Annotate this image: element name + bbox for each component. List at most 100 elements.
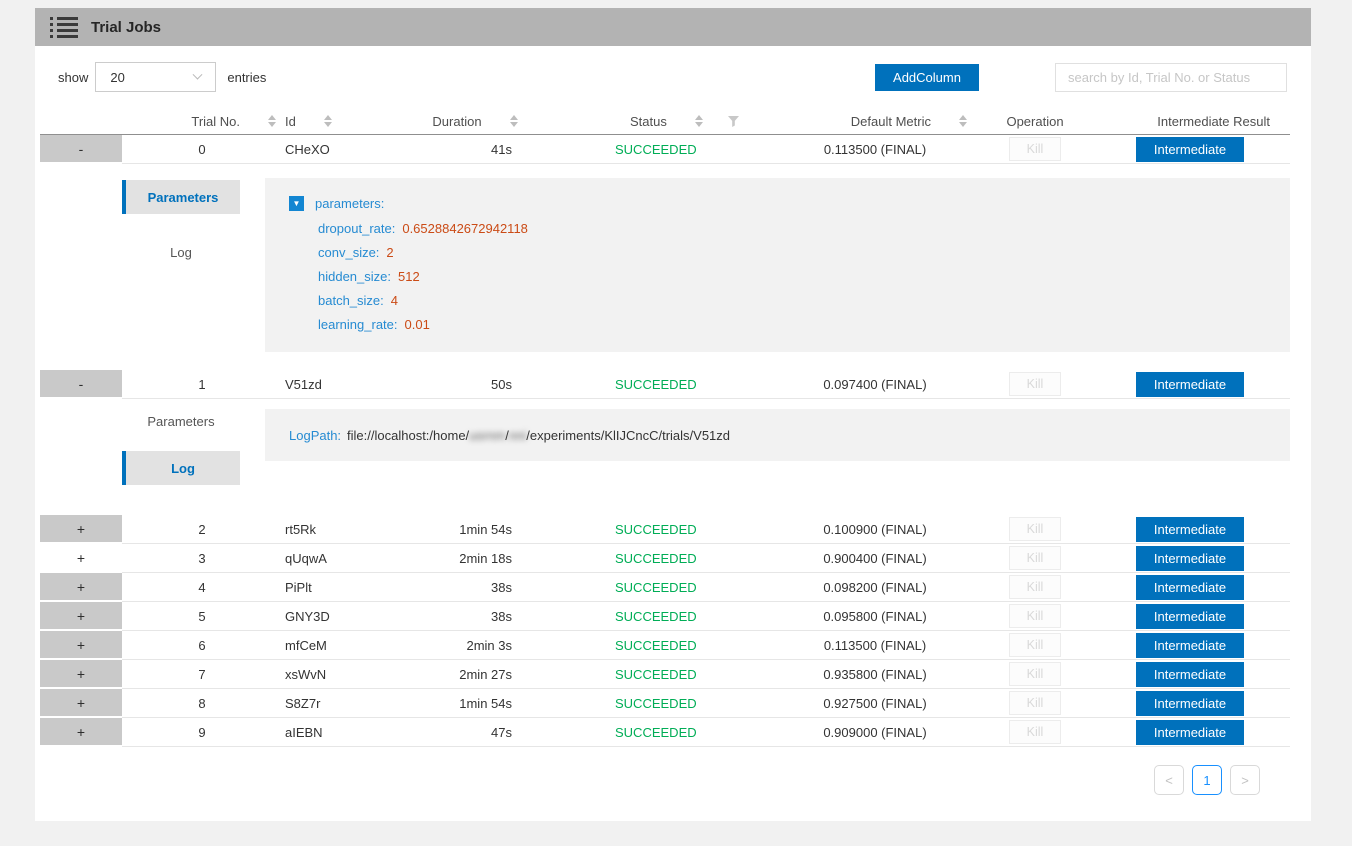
intermediate-button[interactable]: Intermediate (1136, 517, 1244, 542)
detail-tabs: Parameters Log (122, 399, 240, 515)
tab-parameters[interactable]: Parameters (122, 180, 240, 214)
kill-button[interactable]: Kill (1009, 546, 1061, 570)
cell-default-metric: 0.098200 (FINAL) (770, 573, 980, 602)
param-key: learning_rate: (318, 317, 398, 332)
cell-status: SUCCEEDED (560, 660, 770, 689)
page-1-button[interactable]: 1 (1192, 765, 1222, 795)
trial-jobs-table: Trial No. Id Duration Status Default Met… (40, 108, 1290, 747)
kill-button[interactable]: Kill (1009, 137, 1061, 161)
log-path-label: LogPath: (289, 428, 341, 443)
kill-button[interactable]: Kill (1009, 517, 1061, 541)
cell-default-metric: 0.900400 (FINAL) (770, 544, 980, 573)
trial-detail-panel-1: Parameters Log LogPath: file://localhost… (122, 399, 1290, 515)
cell-operation: Kill (980, 370, 1090, 399)
cell-duration: 38s (390, 602, 560, 631)
intermediate-button[interactable]: Intermediate (1136, 575, 1244, 600)
expand-toggle[interactable]: + (40, 689, 122, 718)
prev-page-button[interactable]: < (1154, 765, 1184, 795)
column-header-default-metric[interactable]: Default Metric (770, 108, 980, 134)
intermediate-button[interactable]: Intermediate (1136, 546, 1244, 571)
table-row: + 9 aIEBN 47s SUCCEEDED 0.909000 (FINAL)… (40, 718, 1290, 747)
cell-trial-no: 2 (122, 515, 282, 544)
kill-button[interactable]: Kill (1009, 720, 1061, 744)
next-page-button[interactable]: > (1230, 765, 1260, 795)
kill-button[interactable]: Kill (1009, 633, 1061, 657)
sort-icon[interactable] (268, 115, 276, 127)
tab-log[interactable]: Log (122, 238, 240, 266)
intermediate-button[interactable]: Intermediate (1136, 691, 1244, 716)
expand-toggle[interactable]: - (40, 135, 122, 164)
parameter-item: batch_size: 4 (318, 293, 1290, 308)
sort-icon[interactable] (510, 115, 518, 127)
tab-parameters[interactable]: Parameters (122, 407, 240, 435)
column-header-id[interactable]: Id (282, 108, 390, 134)
expand-toggle-glyph: - (79, 376, 84, 392)
expand-toggle[interactable]: - (40, 370, 122, 399)
cell-duration: 2min 27s (390, 660, 560, 689)
kill-button[interactable]: Kill (1009, 691, 1061, 715)
expand-toggle[interactable]: + (40, 515, 122, 544)
kill-button[interactable]: Kill (1009, 662, 1061, 686)
log-path-prefix: file://localhost:/home/ (347, 428, 469, 443)
tab-log[interactable]: Log (122, 451, 240, 485)
kill-button[interactable]: Kill (1009, 575, 1061, 599)
column-label-operation: Operation (1006, 114, 1063, 129)
cell-status: SUCCEEDED (560, 515, 770, 544)
kill-button[interactable]: Kill (1009, 604, 1061, 628)
cell-operation: Kill (980, 515, 1090, 544)
param-value: 2 (386, 245, 393, 260)
expand-toggle[interactable]: + (40, 544, 122, 573)
trial-jobs-panel: Trial Jobs show 20 entries AddColumn Tri… (35, 8, 1311, 821)
search-input[interactable] (1055, 63, 1287, 92)
column-header-status[interactable]: Status (560, 108, 770, 134)
column-header-duration[interactable]: Duration (390, 108, 560, 134)
filter-icon[interactable] (728, 116, 739, 127)
cell-id: aIEBN (282, 718, 390, 747)
header-expand-column (40, 108, 122, 134)
expand-toggle[interactable]: + (40, 631, 122, 660)
sort-icon[interactable] (695, 115, 703, 127)
cell-trial-no: 7 (122, 660, 282, 689)
kill-button[interactable]: Kill (1009, 372, 1061, 396)
column-header-intermediate-result: Intermediate Result (1090, 108, 1290, 134)
page-size-select[interactable]: 20 (95, 62, 216, 92)
expand-toggle[interactable]: + (40, 602, 122, 631)
sort-icon[interactable] (959, 115, 967, 127)
expand-toggle-glyph: + (77, 550, 85, 566)
cell-intermediate-result: Intermediate (1090, 631, 1290, 660)
expand-toggle-glyph: + (77, 608, 85, 624)
intermediate-button[interactable]: Intermediate (1136, 720, 1244, 745)
expand-toggle[interactable]: + (40, 573, 122, 602)
expand-toggle[interactable]: + (40, 660, 122, 689)
cell-default-metric: 0.097400 (FINAL) (770, 370, 980, 399)
cell-id: qUqwA (282, 544, 390, 573)
trial-detail-panel-0: Parameters Log ▼ parameters: dropout_rat… (122, 164, 1290, 370)
cell-id: GNY3D (282, 602, 390, 631)
expand-toggle-glyph: + (77, 521, 85, 537)
cell-intermediate-result: Intermediate (1090, 689, 1290, 718)
column-label-intermediate-result: Intermediate Result (1157, 114, 1270, 129)
expand-toggle[interactable]: + (40, 718, 122, 747)
cell-operation: Kill (980, 660, 1090, 689)
intermediate-button[interactable]: Intermediate (1136, 633, 1244, 658)
page-title: Trial Jobs (91, 19, 161, 36)
log-path: file://localhost:/home/usrnm/nni/experim… (347, 428, 730, 443)
sort-icon[interactable] (324, 115, 332, 127)
table-row: + 6 mfCeM 2min 3s SUCCEEDED 0.113500 (FI… (40, 631, 1290, 660)
cell-intermediate-result: Intermediate (1090, 370, 1290, 399)
column-label-status: Status (630, 114, 667, 129)
column-header-trial-no[interactable]: Trial No. (122, 108, 282, 134)
add-column-button[interactable]: AddColumn (875, 64, 979, 91)
intermediate-button[interactable]: Intermediate (1136, 662, 1244, 687)
intermediate-button[interactable]: Intermediate (1136, 604, 1244, 629)
cell-default-metric: 0.113500 (FINAL) (770, 135, 980, 164)
intermediate-button[interactable]: Intermediate (1136, 372, 1244, 397)
log-path-redacted: usrnm (469, 428, 505, 443)
param-value: 512 (398, 269, 420, 284)
cell-duration: 47s (390, 718, 560, 747)
cell-operation: Kill (980, 135, 1090, 164)
cell-operation: Kill (980, 689, 1090, 718)
cell-duration: 2min 3s (390, 631, 560, 660)
collapse-toggle-icon[interactable]: ▼ (289, 196, 304, 211)
intermediate-button[interactable]: Intermediate (1136, 137, 1244, 162)
